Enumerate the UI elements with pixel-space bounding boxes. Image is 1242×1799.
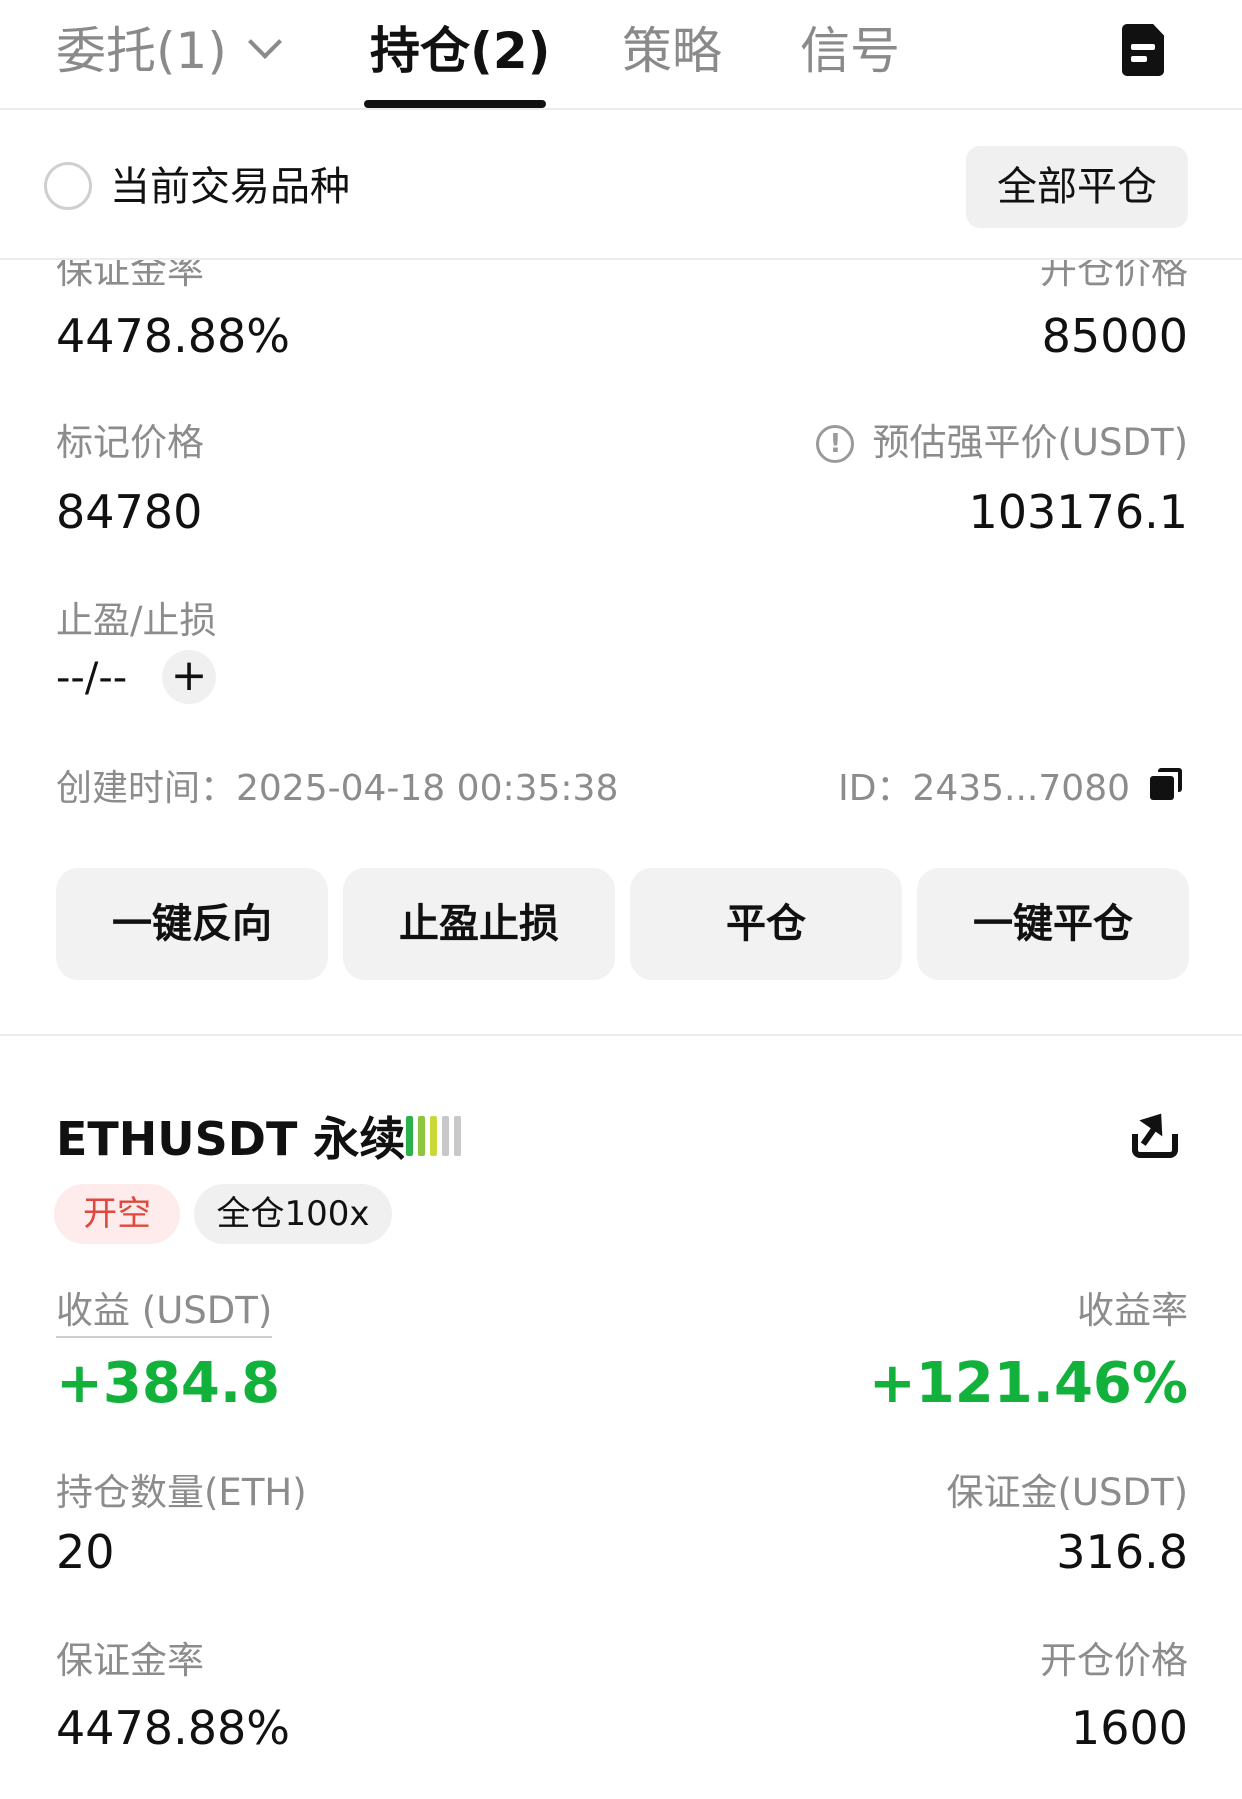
tab-orders[interactable]: 委托(1) [56,18,282,84]
tp-sl-button[interactable]: 止盈止损 [343,868,615,980]
add-tp-sl-button[interactable]: + [162,650,216,704]
margin-ratio-value-2: 4478.88% [56,1701,290,1755]
document-icon[interactable] [1122,24,1164,76]
signal-bars-icon [406,1116,470,1156]
roe-value: +121.46% [868,1351,1188,1416]
margin-ratio-label-2: 保证金率 [56,1639,204,1682]
pnl-value: +384.8 [56,1351,281,1416]
tab-orders-label: 委托(1) [56,22,227,80]
positions-list: 保证金率 开仓价格 4478.88% 85000 标记价格 ! 预估强平价(USD… [0,0,1242,1799]
tab-signals[interactable]: 信号 [800,18,900,84]
reverse-button[interactable]: 一键反向 [56,868,328,980]
est-liq-price-value: 103176.1 [968,485,1189,539]
mark-price-value: 84780 [56,485,203,539]
margin-mode-tag[interactable]: 全仓100x [194,1184,392,1244]
copy-icon[interactable] [1150,768,1184,802]
est-liq-price-label[interactable]: ! 预估强平价(USDT) [816,420,1188,466]
share-icon[interactable] [1130,1105,1180,1162]
position-divider [0,1034,1242,1036]
margin-value: 316.8 [1056,1525,1188,1579]
open-price-value-2: 1600 [1070,1701,1188,1755]
mark-price-label: 标记价格 [56,421,204,464]
close-position-button[interactable]: 平仓 [630,868,902,980]
filter-row: 当前交易品种 全部平仓 [0,112,1242,260]
pnl-label[interactable]: 收益 (USDT) [56,1288,273,1338]
margin-label: 保证金(USDT) [946,1471,1188,1514]
open-price-label-2: 开仓价格 [1040,1639,1188,1682]
chevron-down-icon [247,25,282,59]
est-liq-price-text: 预估强平价(USDT) [872,421,1188,464]
tab-strategy[interactable]: 策略 [622,18,722,84]
qty-value: 20 [56,1525,115,1579]
active-tab-indicator [364,100,546,108]
qty-label: 持仓数量(ETH) [56,1471,307,1514]
position-id: ID：2435...7080 [838,768,1130,809]
close-all-button[interactable]: 全部平仓 [966,146,1188,228]
tp-sl-label: 止盈/止损 [56,599,217,642]
tp-sl-value: --/-- [56,655,128,701]
roe-label: 收益率 [1077,1289,1188,1332]
quick-close-button[interactable]: 一键平仓 [917,868,1189,980]
symbol-title[interactable]: ETHUSDT 永续 [56,1110,405,1168]
current-symbol-radio[interactable] [44,162,92,210]
tab-bar: 委托(1) 持仓(2) 策略 信号 [0,0,1242,110]
created-time: 创建时间：2025-04-18 00:35:38 [56,768,619,809]
plus-icon: + [170,650,208,701]
open-price-value: 85000 [1041,309,1188,363]
tab-positions[interactable]: 持仓(2) [370,18,551,84]
current-symbol-label[interactable]: 当前交易品种 [110,162,350,212]
info-icon[interactable]: ! [816,425,855,463]
side-tag: 开空 [54,1184,180,1244]
margin-ratio-value: 4478.88% [56,309,290,363]
